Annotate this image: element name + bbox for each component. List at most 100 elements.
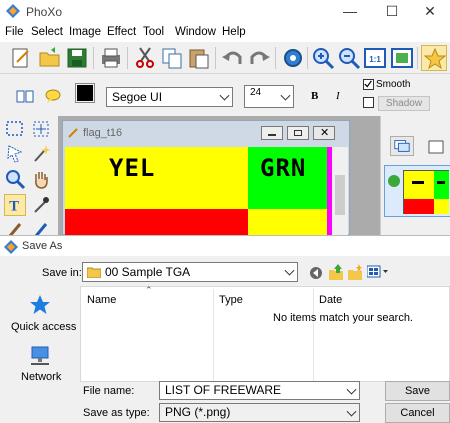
vertical-scrollbar[interactable]: [332, 147, 348, 235]
places-bar: Quick access Network: [0, 288, 78, 388]
star-favorite-icon[interactable]: [421, 45, 447, 71]
toolbar-separator: [93, 47, 94, 69]
font-size-select[interactable]: 24: [244, 85, 294, 108]
title-bar: PhoXo — ☐ ✕: [0, 0, 450, 24]
save-icon[interactable]: [64, 45, 90, 71]
file-name-input[interactable]: LIST OF FREEWARE: [159, 381, 360, 400]
quick-access-place[interactable]: Quick access: [0, 288, 78, 340]
save-as-type-select[interactable]: PNG (*.png): [159, 403, 360, 422]
chevron-down-icon: [284, 265, 295, 276]
window-title: PhoXo: [26, 5, 63, 19]
quick-access-label: Quick access: [11, 321, 77, 333]
layer-thumbnail-row[interactable]: [384, 165, 450, 217]
save-as-type-label: Save as type:: [83, 407, 150, 419]
zoom-out-icon[interactable]: [336, 45, 362, 71]
new-file-icon[interactable]: [8, 45, 34, 71]
menu-bar: File Select Image Effect Tool Window Hel…: [0, 24, 450, 42]
font-select[interactable]: Segoe UI: [106, 87, 233, 107]
up-folder-icon[interactable]: [329, 264, 343, 280]
history-icon[interactable]: [427, 138, 447, 156]
cell-label-grn: GRN: [260, 154, 307, 182]
doc-restore-button[interactable]: [287, 126, 309, 140]
file-list[interactable]: ⌃ Name Type Date No items match your sea…: [80, 285, 450, 382]
actual-size-icon[interactable]: 1:1: [362, 45, 388, 71]
menu-window[interactable]: Window: [175, 26, 216, 38]
back-arrow-icon[interactable]: [309, 266, 323, 280]
cut-icon[interactable]: [132, 45, 158, 71]
zoom-in-icon[interactable]: [310, 45, 336, 71]
view-menu-icon[interactable]: [366, 265, 389, 279]
print-icon[interactable]: [98, 45, 124, 71]
bold-button[interactable]: B: [311, 90, 318, 102]
brush-icon[interactable]: [4, 220, 26, 235]
chevron-down-icon: [219, 90, 230, 101]
lasso-select-icon[interactable]: [4, 142, 26, 164]
column-name[interactable]: Name: [87, 294, 116, 306]
pencil-doc-icon: [67, 127, 79, 139]
pencil-icon[interactable]: [30, 220, 52, 235]
font-select-value: Segoe UI: [112, 90, 163, 104]
text-toolbar: Segoe UI 24 B I Smooth Shadow: [0, 76, 450, 116]
network-icon: [31, 346, 49, 365]
menu-file[interactable]: File: [5, 26, 24, 38]
scrollbar-thumb[interactable]: [335, 175, 345, 215]
main-toolbar: 1:1: [0, 42, 450, 74]
fit-window-icon[interactable]: [389, 45, 415, 71]
text-tool-icon[interactable]: T: [4, 194, 26, 216]
tool-palette: T: [0, 116, 58, 235]
settings-gear-icon[interactable]: [280, 45, 306, 71]
eyedropper-icon[interactable]: [30, 194, 52, 216]
visible-eye-icon[interactable]: [388, 175, 400, 187]
layers-icon[interactable]: [390, 136, 414, 156]
save-in-label: Save in:: [42, 267, 82, 279]
hand-pan-icon[interactable]: [30, 168, 52, 190]
speech-bubble-icon[interactable]: [44, 88, 62, 104]
save-in-select[interactable]: 00 Sample TGA: [82, 262, 298, 282]
minimize-button[interactable]: —: [330, 0, 370, 24]
menu-tool[interactable]: Tool: [143, 26, 164, 38]
new-folder-icon[interactable]: [348, 264, 362, 280]
column-divider: [213, 289, 214, 381]
yellow-cell: YEL: [65, 147, 248, 209]
toolbar-separator: [275, 47, 276, 69]
save-button[interactable]: Save: [385, 381, 450, 401]
rect-select-icon[interactable]: [4, 118, 26, 140]
column-type[interactable]: Type: [219, 294, 243, 306]
menu-effect[interactable]: Effect: [107, 26, 136, 38]
menu-help[interactable]: Help: [222, 26, 246, 38]
magic-wand-icon[interactable]: [30, 142, 52, 164]
red-cell: [65, 209, 248, 235]
cancel-button[interactable]: Cancel: [385, 403, 450, 423]
smooth-checkbox[interactable]: [363, 79, 374, 90]
text-color-swatch[interactable]: [75, 83, 95, 103]
zoom-tool-icon[interactable]: [4, 168, 26, 190]
dialog-title-bar: Save As: [0, 236, 450, 256]
doc-close-button[interactable]: ✕: [313, 126, 335, 140]
menu-image[interactable]: Image: [69, 26, 101, 38]
canvas[interactable]: YEL GRN: [65, 147, 327, 235]
shadow-checkbox[interactable]: [363, 97, 374, 108]
move-crosshair-icon[interactable]: [30, 118, 52, 140]
column-divider: [313, 289, 314, 381]
document-title: flag_t16: [83, 127, 123, 139]
shadow-button[interactable]: Shadow: [378, 96, 430, 111]
sort-caret-icon: ⌃: [145, 285, 153, 295]
copy-icon[interactable]: [159, 45, 185, 71]
toolbar-separator: [307, 47, 308, 69]
network-place[interactable]: Network: [0, 340, 78, 388]
column-date[interactable]: Date: [319, 294, 342, 306]
redo-icon[interactable]: [246, 45, 272, 71]
open-folder-icon[interactable]: [37, 45, 63, 71]
undo-icon[interactable]: [220, 45, 246, 71]
chevron-down-icon: [346, 384, 357, 395]
paste-icon[interactable]: [186, 45, 212, 71]
maximize-button[interactable]: ☐: [372, 0, 412, 24]
book-icon[interactable]: [16, 88, 34, 104]
italic-button[interactable]: I: [336, 90, 340, 102]
toolbar-separator: [215, 47, 216, 69]
doc-minimize-button[interactable]: [261, 126, 283, 140]
svg-text:1:1: 1:1: [369, 55, 381, 64]
close-button[interactable]: ✕: [410, 0, 450, 24]
yellow-cell-2: [248, 209, 327, 235]
menu-select[interactable]: Select: [31, 26, 63, 38]
